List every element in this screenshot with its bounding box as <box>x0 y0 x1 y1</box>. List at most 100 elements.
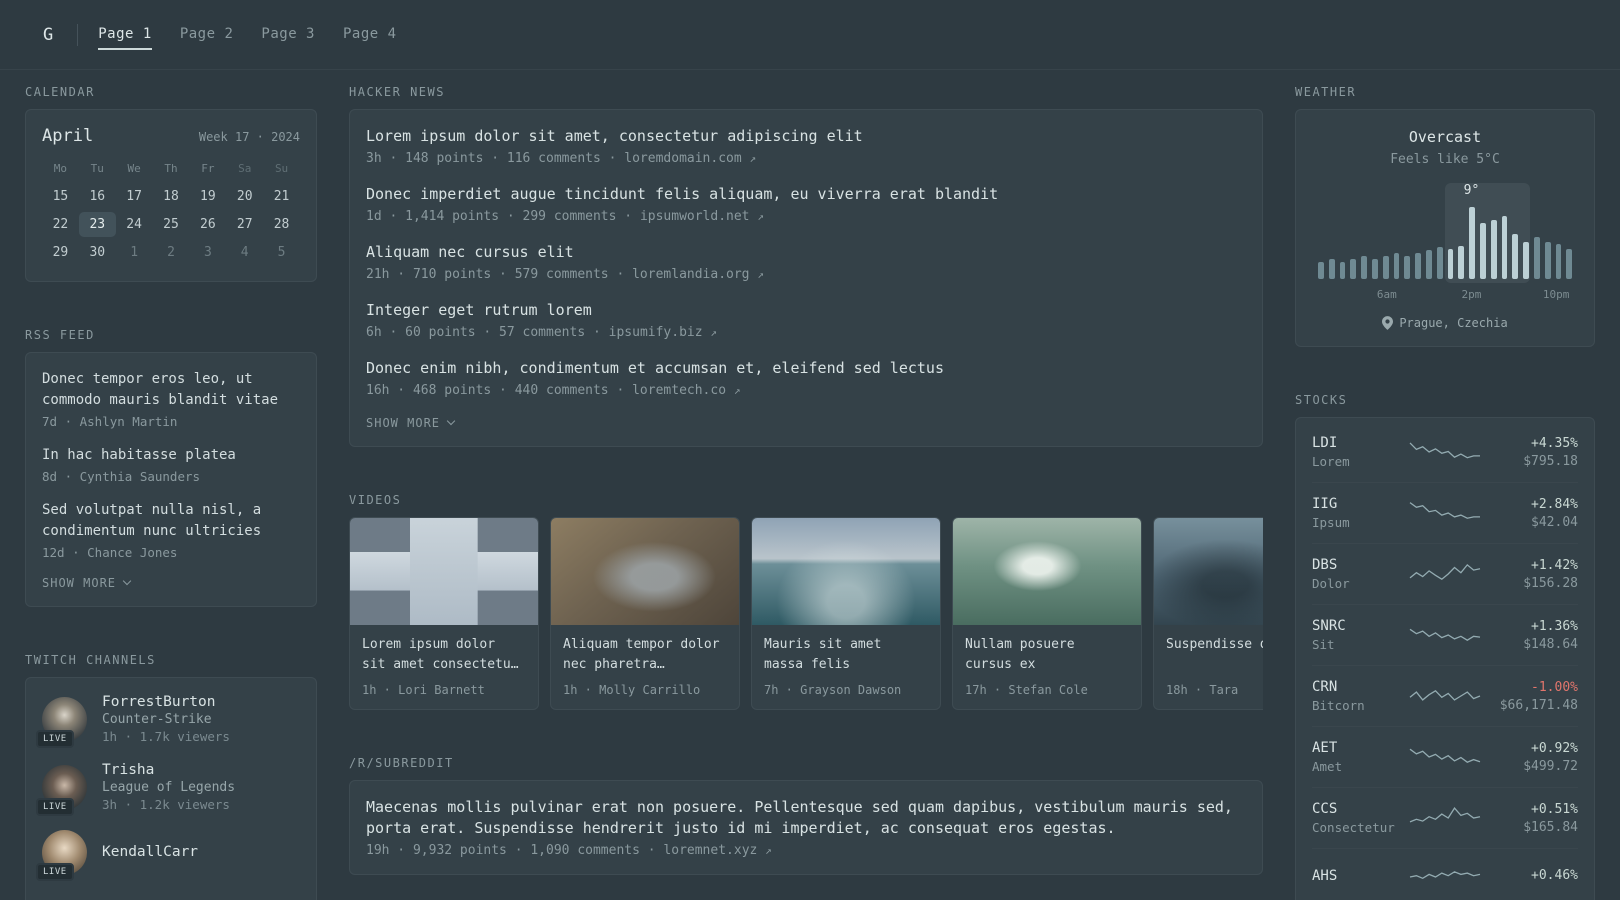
weather-hour-bar <box>1566 248 1573 279</box>
stock-sparkline <box>1404 862 1486 892</box>
weather-hour-bar <box>1339 261 1346 279</box>
subreddit-domain-link[interactable]: loremnet.xyz <box>663 843 757 858</box>
video-thumbnail[interactable] <box>953 518 1141 625</box>
hn-domain-link[interactable]: loremdomain.com <box>624 151 741 166</box>
stock-change: +0.51% <box>1531 801 1578 817</box>
calendar-panel: April Week 17 · 2024 Mo Tu We Th Fr Sa Su 15 16 1… <box>25 109 317 282</box>
chevron-down-icon <box>122 576 132 586</box>
video-thumbnail[interactable] <box>1154 518 1263 625</box>
stock-change: +0.46% <box>1531 868 1578 883</box>
video-title[interactable]: Suspendisse diam <box>1166 635 1263 675</box>
calendar-day: 15 <box>52 189 69 204</box>
calendar-day: 27 <box>236 217 253 232</box>
stocks-widget-title: STOCKS <box>1295 393 1348 407</box>
hn-title[interactable]: Donec enim nibh, condimentum et accumsan… <box>366 358 1246 379</box>
main-content: CALENDAR April Week 17 · 2024 Mo Tu We Th Fr… <box>0 70 1620 900</box>
hn-meta: 6h · 60 points · 57 comments · ipsumify.… <box>366 325 1246 340</box>
channel-name[interactable]: ForrestBurton <box>102 694 230 710</box>
video-thumbnail[interactable] <box>752 518 940 625</box>
avatar: LIVE <box>36 764 87 816</box>
stock-name: Consectetur <box>1312 820 1395 835</box>
twitch-channel[interactable]: LIVE ForrestBurton Counter-Strike 1h · 1… <box>36 694 300 748</box>
video-card[interactable]: Aliquam tempor dolor nec pharetra… 1h · … <box>550 517 740 710</box>
hn-title[interactable]: Integer eget rutrum lorem <box>366 300 1246 321</box>
avatar: LIVE <box>36 696 87 748</box>
hn-title[interactable]: Lorem ipsum dolor sit amet, consectetur … <box>366 126 1246 147</box>
hn-domain-link[interactable]: ipsumify.biz <box>609 325 703 340</box>
tab-page-1[interactable]: Page 1 <box>98 26 152 50</box>
stock-price: $795.18 <box>1523 453 1578 469</box>
hn-domain-link[interactable]: ipsumworld.net <box>640 209 750 224</box>
weather-time-label: 2pm <box>1461 288 1482 301</box>
calendar-day: 26 <box>200 217 216 232</box>
tab-page-2[interactable]: Page 2 <box>180 26 234 50</box>
weather-bar-chart <box>1318 207 1573 279</box>
hn-domain-link[interactable]: loremlandia.org <box>632 267 749 282</box>
subreddit-widget-title: /R/SUBREDDIT <box>349 756 454 770</box>
rss-item-title[interactable]: Sed volutpat nulla nisl, a condimentum n… <box>42 500 300 542</box>
show-more-button[interactable]: SHOW MORE <box>42 576 300 590</box>
video-thumbnail[interactable] <box>551 518 739 625</box>
rss-item-title[interactable]: Donec tempor eros leo, ut commodo mauris… <box>42 369 300 411</box>
show-more-label: SHOW MORE <box>366 416 441 430</box>
calendar-day: 29 <box>52 245 69 260</box>
stocks-widget: STOCKS LDI Lorem +4.35% $795.18 IIG Ipsu… <box>1295 393 1595 900</box>
video-meta: 1h · Lori Barnett <box>362 683 485 697</box>
channel-name[interactable]: Trisha <box>102 762 235 778</box>
calendar-day: 30 <box>89 245 106 260</box>
stock-values: +1.36% $148.64 <box>1486 619 1578 652</box>
stock-values: +2.84% $42.04 <box>1486 497 1578 530</box>
subreddit-item: Maecenas mollis pulvinar erat non posuer… <box>366 797 1246 858</box>
calendar-day-header: Fr <box>201 162 215 175</box>
tab-page-3[interactable]: Page 3 <box>261 26 315 50</box>
calendar-day: 21 <box>273 189 290 204</box>
calendar-day: 22 <box>52 217 69 232</box>
stock-row: IIG Ipsum +2.84% $42.04 <box>1312 482 1578 543</box>
weather-hour-bar <box>1555 244 1562 279</box>
calendar-widget-title: CALENDAR <box>25 85 95 99</box>
twitch-channel[interactable]: LIVE KendallCarr <box>36 830 300 881</box>
chevron-down-icon <box>446 416 456 426</box>
stock-price: $148.64 <box>1523 636 1578 652</box>
weather-hour-bar <box>1415 253 1421 279</box>
app-logo[interactable]: G <box>33 25 63 45</box>
stock-values: +0.92% $499.72 <box>1486 741 1578 774</box>
stock-row: DBS Dolor +1.42% $156.28 <box>1312 543 1578 604</box>
video-card[interactable]: Nullam posuere cursus ex 17h · Stefan Co… <box>952 517 1142 710</box>
video-title[interactable]: Mauris sit amet massa felis <box>764 635 928 675</box>
tab-page-4[interactable]: Page 4 <box>343 26 397 50</box>
video-card[interactable]: Lorem ipsum dolor sit amet consectetu… 1… <box>349 517 539 710</box>
calendar-header: April Week 17 · 2024 <box>42 126 300 146</box>
video-card[interactable]: Mauris sit amet massa felis 7h · Grayson… <box>751 517 941 710</box>
video-thumbnail[interactable] <box>350 518 538 625</box>
video-body: Aliquam tempor dolor nec pharetra… 1h · … <box>551 625 739 709</box>
stock-sparkline <box>1404 559 1486 589</box>
rss-item-title[interactable]: In hac habitasse platea <box>42 445 300 466</box>
live-badge: LIVE <box>36 863 74 881</box>
external-link-icon: ↗ <box>733 384 741 397</box>
subreddit-post-title[interactable]: Maecenas mollis pulvinar erat non posuer… <box>366 797 1246 839</box>
video-meta: 18h · Tara <box>1166 683 1239 697</box>
rss-item-meta: 12d · Chance Jones <box>42 545 178 560</box>
hacker-news-widget: HACKER NEWS Lorem ipsum dolor sit amet, … <box>349 85 1263 447</box>
hn-title[interactable]: Aliquam nec cursus elit <box>366 242 1246 263</box>
video-title[interactable]: Nullam posuere cursus ex <box>965 635 1129 675</box>
calendar-week-year: Week 17 · 2024 <box>198 130 300 144</box>
nav-tabs: Page 1 Page 2 Page 3 Page 4 <box>98 20 396 50</box>
calendar-day: 3 <box>203 245 212 260</box>
channel-name[interactable]: KendallCarr <box>102 844 198 860</box>
video-title[interactable]: Aliquam tempor dolor nec pharetra… <box>563 635 727 675</box>
live-badge: LIVE <box>36 729 74 748</box>
show-more-button[interactable]: SHOW MORE <box>366 416 1246 430</box>
twitch-channel[interactable]: LIVE Trisha League of Legends 3h · 1.2k … <box>36 762 300 816</box>
hn-title[interactable]: Donec imperdiet augue tincidunt felis al… <box>366 184 1246 205</box>
video-card[interactable]: Suspendisse diam 18h · Tara <box>1153 517 1263 710</box>
hn-item: Lorem ipsum dolor sit amet, consectetur … <box>366 126 1246 166</box>
rss-item-meta: 7d · Ashlyn Martin <box>42 414 178 429</box>
hn-item: Aliquam nec cursus elit 21h · 710 points… <box>366 242 1246 282</box>
weather-hour-bar <box>1523 241 1529 279</box>
twitch-widget: TWITCH CHANNELS LIVE ForrestBurton Count… <box>25 653 317 900</box>
calendar-day-header: Mo <box>53 162 68 175</box>
video-title[interactable]: Lorem ipsum dolor sit amet consectetu… <box>362 635 526 675</box>
hn-domain-link[interactable]: loremtech.co <box>632 383 726 398</box>
